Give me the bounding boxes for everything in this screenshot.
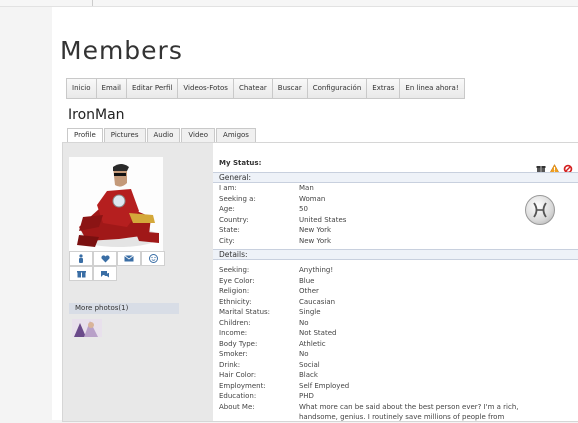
field-value: 50 [299, 205, 308, 213]
smiley-icon[interactable] [141, 251, 165, 266]
about-me-text: What more can be said about the best per… [299, 402, 519, 422]
field-value: Athletic [299, 339, 326, 348]
field-label: Seeking a: [219, 194, 256, 203]
field-value: PHD [299, 392, 314, 400]
mail-icon[interactable] [117, 251, 141, 266]
page-title: Members [60, 36, 183, 65]
person-icon[interactable] [69, 251, 93, 266]
tab-audio[interactable]: Audio [146, 128, 181, 143]
field-value: Caucasian [299, 297, 336, 306]
field-value: Social [299, 360, 320, 369]
more-photos-header: More photos(1) [69, 303, 179, 314]
field-label: Eye Color: [219, 276, 255, 285]
tab-amigos[interactable]: Amigos [216, 128, 256, 143]
my-status-label: My Status: [219, 159, 262, 167]
top-bar [0, 0, 578, 7]
field-label: Employment: [219, 381, 266, 390]
field-label: City: [219, 236, 235, 245]
nav-extras[interactable]: Extras [367, 79, 401, 98]
field-value: Other [299, 287, 319, 295]
field-value: Anything! [299, 266, 334, 274]
top-bar-divider [92, 0, 93, 6]
profile-photo[interactable] [69, 157, 163, 251]
profile-content: More photos(1) My Status: General: I am:… [62, 142, 578, 422]
profile-username: IronMan [68, 107, 125, 123]
field-label: State: [219, 226, 240, 234]
details-section-header: Details: [213, 249, 578, 260]
field-label: About Me: [219, 402, 255, 411]
nav-email[interactable]: Email [96, 79, 127, 98]
field-label: Drink: [219, 360, 241, 369]
field-label: Seeking: [219, 266, 250, 274]
pisces-icon [525, 195, 555, 225]
field-label: Religion: [219, 287, 250, 295]
general-section-header: General: [213, 172, 578, 183]
my-status-bar: My Status: [213, 157, 578, 174]
chat-icon[interactable] [93, 266, 117, 281]
nav-chatear[interactable]: Chatear [233, 79, 273, 98]
tab-video[interactable]: Video [181, 128, 216, 143]
field-value: Blue [299, 276, 315, 285]
nav-editar-perfil[interactable]: Editar Perfil [126, 79, 179, 98]
photo-thumbnail[interactable] [72, 319, 102, 337]
field-value: Single [299, 308, 321, 316]
tab-pictures[interactable]: Pictures [103, 128, 146, 143]
nav-buscar[interactable]: Buscar [272, 79, 308, 98]
nav-configuracion[interactable]: Configuración [307, 79, 368, 98]
nav-inicio[interactable]: Inicio [67, 79, 97, 98]
nav-videos-fotos[interactable]: Videos-Fotos [178, 79, 234, 98]
field-label: Marital Status: [219, 308, 271, 316]
field-value: New York [299, 236, 332, 245]
field-value: Woman [299, 194, 326, 203]
profile-details: My Status: General: I am: Man Seeking a:… [213, 143, 578, 421]
field-label: Smoker: [219, 350, 248, 358]
field-label: Hair Color: [219, 371, 257, 379]
field-label: Age: [219, 205, 235, 213]
profile-tabs: Profile Pictures Audio Video Amigos [67, 128, 257, 143]
field-value: Man [299, 184, 314, 192]
field-value: No [299, 318, 309, 327]
field-value: United States [299, 215, 347, 224]
field-label: Country: [219, 215, 249, 224]
field-value: No [299, 350, 309, 358]
field-value: Self Employed [299, 381, 350, 390]
field-label: Education: [219, 392, 257, 400]
tab-profile[interactable]: Profile [67, 128, 103, 143]
field-label: Body Type: [219, 339, 258, 348]
gift-icon[interactable] [69, 266, 93, 281]
field-label: Income: [219, 329, 248, 337]
field-value: Black [299, 371, 318, 379]
field-label: I am: [219, 184, 237, 192]
field-label: Ethnicity: [219, 297, 252, 306]
main-nav: Inicio Email Editar Perfil Videos-Fotos … [66, 78, 465, 99]
field-label: Children: [219, 318, 251, 327]
field-value: Not Stated [299, 329, 337, 337]
heart-icon[interactable] [93, 251, 117, 266]
profile-sidebar: More photos(1) [63, 143, 213, 421]
field-value: New York [299, 226, 332, 234]
nav-en-linea[interactable]: En linea ahora! [400, 79, 464, 98]
